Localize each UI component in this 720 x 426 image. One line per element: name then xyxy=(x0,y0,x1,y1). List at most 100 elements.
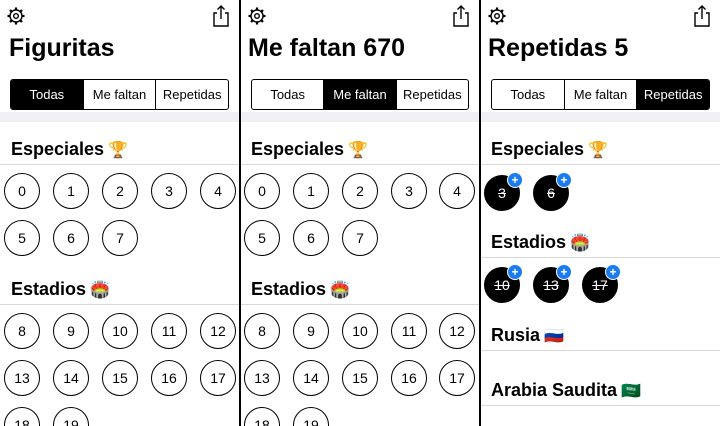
sticker-7[interactable]: 7 xyxy=(102,220,138,256)
stadium-icon: 🏟️ xyxy=(330,282,350,299)
sticker-17[interactable]: 17 xyxy=(439,360,475,396)
segment-me-faltan[interactable]: Me faltan xyxy=(82,80,156,109)
sticker-10[interactable]: 10 xyxy=(102,313,138,349)
sticker-16[interactable]: 16 xyxy=(391,360,427,396)
section-divider xyxy=(481,350,720,351)
add-badge[interactable]: + xyxy=(507,172,523,188)
sticker-6[interactable]: 6 xyxy=(293,220,329,256)
section-divider xyxy=(0,164,239,165)
section-title: Estadios xyxy=(491,232,567,252)
sticker-13[interactable]: 13 xyxy=(4,360,40,396)
sticker-13[interactable]: 13 xyxy=(244,360,280,396)
screen-repetidas: Repetidas 5 Todas Me faltan Repetidas Es… xyxy=(481,0,720,426)
section-title: Arabia Saudita xyxy=(491,380,618,400)
saudi-arabia-flag-icon: 🇸🇦 xyxy=(621,383,641,400)
section-header-estadios: Estadios 🏟️ xyxy=(11,279,110,300)
sticker-4[interactable]: 4 xyxy=(200,173,236,209)
screen-me-faltan: Me faltan 670 Todas Me faltan Repetidas … xyxy=(241,0,479,426)
sticker-2[interactable]: 2 xyxy=(342,173,378,209)
section-title: Especiales xyxy=(251,139,345,159)
sticker-18[interactable]: 18 xyxy=(4,407,40,426)
segment-repetidas[interactable]: Repetidas xyxy=(155,80,228,109)
sticker-3[interactable]: 3 xyxy=(151,173,187,209)
segment-me-faltan[interactable]: Me faltan xyxy=(323,80,396,109)
sticker-9[interactable]: 9 xyxy=(53,313,89,349)
screen-figuritas: Figuritas Todas Me faltan Repetidas Espe… xyxy=(0,0,239,426)
sticker-1[interactable]: 1 xyxy=(53,173,89,209)
add-badge[interactable]: + xyxy=(605,264,621,280)
segment-todas[interactable]: Todas xyxy=(11,80,83,109)
app-screens: Figuritas Todas Me faltan Repetidas Espe… xyxy=(0,0,720,426)
section-divider xyxy=(481,164,720,165)
add-badge[interactable]: + xyxy=(507,264,523,280)
segment-repetidas[interactable]: Repetidas xyxy=(636,80,709,109)
top-bar xyxy=(241,0,479,36)
section-header-estadios: Estadios 🏟️ xyxy=(251,279,350,300)
section-title: Estadios xyxy=(251,279,327,299)
section-title: Especiales xyxy=(491,139,585,159)
sticker-repeated-13[interactable]: 13 + xyxy=(533,264,572,303)
sticker-11[interactable]: 11 xyxy=(151,313,187,349)
segmented-control: Todas Me faltan Repetidas xyxy=(491,79,710,110)
sticker-1[interactable]: 1 xyxy=(293,173,329,209)
top-bar xyxy=(481,0,720,36)
section-header-especiales: Especiales 🏆 xyxy=(491,139,608,160)
section-header-especiales: Especiales 🏆 xyxy=(11,139,128,160)
section-header-estadios: Estadios 🏟️ xyxy=(491,232,590,253)
sticker-2[interactable]: 2 xyxy=(102,173,138,209)
page-title: Repetidas 5 xyxy=(488,34,629,62)
segmented-control: Todas Me faltan Repetidas xyxy=(251,79,469,110)
section-divider xyxy=(241,164,479,165)
add-badge[interactable]: + xyxy=(556,264,572,280)
sticker-14[interactable]: 14 xyxy=(293,360,329,396)
sticker-6[interactable]: 6 xyxy=(53,220,89,256)
segment-repetidas[interactable]: Repetidas xyxy=(395,80,468,109)
sticker-17[interactable]: 17 xyxy=(200,360,236,396)
sticker-8[interactable]: 8 xyxy=(4,313,40,349)
sticker-19[interactable]: 19 xyxy=(293,407,329,426)
gear-icon[interactable] xyxy=(487,6,507,26)
page-title: Figuritas xyxy=(9,34,115,62)
sticker-0[interactable]: 0 xyxy=(4,173,40,209)
divider-band xyxy=(0,112,239,122)
trophy-icon: 🏆 xyxy=(348,142,368,159)
sticker-11[interactable]: 11 xyxy=(391,313,427,349)
sticker-10[interactable]: 10 xyxy=(342,313,378,349)
gear-icon[interactable] xyxy=(247,6,267,26)
share-icon[interactable] xyxy=(451,4,471,28)
sticker-7[interactable]: 7 xyxy=(342,220,378,256)
sticker-12[interactable]: 12 xyxy=(200,313,236,349)
segment-todas[interactable]: Todas xyxy=(252,80,323,109)
stadium-icon: 🏟️ xyxy=(90,282,110,299)
segment-me-faltan[interactable]: Me faltan xyxy=(563,80,637,109)
sticker-18[interactable]: 18 xyxy=(244,407,280,426)
sticker-8[interactable]: 8 xyxy=(244,313,280,349)
sticker-15[interactable]: 15 xyxy=(342,360,378,396)
sticker-15[interactable]: 15 xyxy=(102,360,138,396)
section-divider xyxy=(0,304,239,305)
sticker-3[interactable]: 3 xyxy=(391,173,427,209)
divider-band xyxy=(481,112,720,122)
sticker-9[interactable]: 9 xyxy=(293,313,329,349)
add-badge[interactable]: + xyxy=(556,172,572,188)
sticker-repeated-6[interactable]: 6 + xyxy=(533,172,572,211)
sticker-repeated-17[interactable]: 17 + xyxy=(582,264,621,303)
segment-todas[interactable]: Todas xyxy=(492,80,564,109)
sticker-4[interactable]: 4 xyxy=(439,173,475,209)
stadium-icon: 🏟️ xyxy=(570,235,590,252)
sticker-12[interactable]: 12 xyxy=(439,313,475,349)
share-icon[interactable] xyxy=(211,4,231,28)
share-icon[interactable] xyxy=(692,4,712,28)
sticker-19[interactable]: 19 xyxy=(53,407,89,426)
sticker-14[interactable]: 14 xyxy=(53,360,89,396)
sticker-0[interactable]: 0 xyxy=(244,173,280,209)
sticker-repeated-10[interactable]: 10 + xyxy=(484,264,523,303)
sticker-5[interactable]: 5 xyxy=(244,220,280,256)
gear-icon[interactable] xyxy=(6,6,26,26)
divider-band xyxy=(241,112,479,122)
sticker-5[interactable]: 5 xyxy=(4,220,40,256)
section-divider xyxy=(481,257,720,258)
sticker-16[interactable]: 16 xyxy=(151,360,187,396)
section-divider xyxy=(241,304,479,305)
sticker-repeated-3[interactable]: 3 + xyxy=(484,172,523,211)
